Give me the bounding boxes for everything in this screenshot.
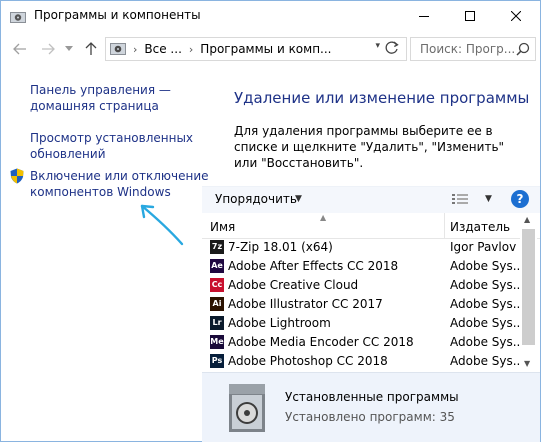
shield-icon (9, 168, 25, 184)
chevron-down-icon (65, 46, 73, 51)
forward-arrow-icon (42, 43, 55, 55)
table-row[interactable]: Ai Adobe Illustrator CC 2017 Adobe Sys... (202, 295, 520, 314)
help-icon[interactable]: ? (511, 190, 529, 208)
windows-features-link-line1[interactable]: Включение или отключение (30, 168, 209, 184)
column-publisher[interactable]: Издатель (450, 220, 510, 234)
annotation-arrow-icon (140, 204, 184, 246)
search-placeholder: Поиск: Прогр... (420, 42, 516, 56)
program-icon: 7z (210, 240, 224, 254)
installed-programs-icon (227, 380, 267, 436)
program-publisher: Adobe Sys... (450, 297, 520, 311)
navigation-bar: › Все ... › Программы и комп... ▾ Поиск:… (1, 32, 540, 66)
breadcrumb-current[interactable]: Программы и комп... (200, 42, 331, 56)
sort-ascending-icon: ▲ (320, 213, 327, 222)
program-icon: Ai (210, 297, 224, 311)
back-arrow-icon (13, 43, 26, 55)
control-panel-home-link-line2[interactable]: домашняя страница (30, 98, 159, 114)
column-header: ▲ Имя Издатель (202, 213, 540, 239)
program-icon: Ae (210, 259, 224, 273)
page-description: Для удаления программы выберите ее в спи… (234, 124, 505, 170)
page-heading: Удаление или изменение программы (234, 89, 530, 107)
search-input[interactable]: Поиск: Прогр... (410, 37, 536, 61)
breadcrumb-separator-icon: › (188, 42, 194, 56)
column-divider[interactable] (444, 213, 445, 238)
window-title: Программы и компоненты (34, 8, 201, 22)
maximize-button[interactable] (447, 1, 493, 31)
refresh-icon[interactable] (384, 40, 400, 56)
search-icon[interactable] (516, 42, 530, 59)
task-pane: Панель управления — домашняя страница Пр… (1, 66, 209, 441)
program-publisher: Adobe Sys... (450, 335, 520, 349)
table-row[interactable]: Ae Adobe After Effects CC 2018 Adobe Sys..… (202, 257, 520, 276)
control-panel-home-link-line1[interactable]: Панель управления — (30, 82, 171, 98)
program-name: Adobe Creative Cloud (228, 278, 359, 292)
up-arrow-icon (85, 42, 97, 55)
program-name: Adobe Photoshop CC 2018 (228, 354, 388, 368)
installed-programs-title: Установленные программы (285, 390, 459, 404)
address-bar[interactable]: › Все ... › Программы и комп... ▾ (105, 37, 407, 61)
programs-features-icon (10, 10, 26, 24)
program-publisher: Adobe Sys... (450, 278, 520, 292)
back-button[interactable] (11, 40, 29, 58)
program-icon: Lr (210, 316, 224, 330)
table-row[interactable]: Me Adobe Media Encoder CC 2018 Adobe Sys..… (202, 333, 520, 352)
forward-button[interactable] (39, 40, 57, 58)
program-icon: Me (210, 335, 224, 349)
table-row[interactable]: 7z 7-Zip 18.01 (x64) Igor Pavlov (202, 238, 520, 257)
installed-programs-count: Установлено программ: 35 (285, 410, 455, 424)
minimize-button[interactable] (401, 1, 447, 31)
table-row[interactable]: Lr Adobe Lightroom Adobe Sys... (202, 314, 520, 333)
command-bar: Упорядочить ▼ ▼ ? (202, 186, 540, 214)
list-scrollbar[interactable]: ▲ ▼ (520, 213, 537, 371)
breadcrumb-separator-icon: › (133, 42, 138, 56)
up-button[interactable] (83, 40, 99, 58)
address-dropdown-icon[interactable]: ▾ (375, 41, 380, 51)
organize-dropdown-icon[interactable]: ▼ (295, 194, 302, 204)
title-bar: Программы и компоненты (1, 1, 540, 32)
view-details-icon[interactable] (452, 193, 468, 208)
scroll-thumb[interactable] (522, 229, 535, 345)
column-name[interactable]: Имя (210, 220, 235, 234)
details-pane: Установленные программы Установлено прог… (202, 372, 540, 442)
scroll-up-icon[interactable]: ▲ (524, 215, 530, 224)
program-icon: Ps (210, 354, 224, 368)
program-name: Adobe Illustrator CC 2017 (228, 297, 383, 311)
view-options-dropdown-icon[interactable]: ▼ (485, 194, 492, 204)
breadcrumb-all[interactable]: Все ... (144, 42, 181, 56)
recent-locations-button[interactable] (63, 40, 75, 58)
program-publisher: Igor Pavlov (450, 240, 517, 254)
table-row[interactable]: Cc Adobe Creative Cloud Adobe Sys... (202, 276, 520, 295)
program-list: 7z 7-Zip 18.01 (x64) Igor Pavlov Ae Adobe Af… (202, 238, 520, 371)
program-publisher: Adobe Sys... (450, 354, 520, 368)
program-icon: Cc (210, 278, 224, 292)
window: Программы и компоненты › Все ... › Прогр… (0, 0, 541, 442)
view-updates-link-line2[interactable]: обновлений (30, 146, 106, 162)
close-button[interactable] (493, 1, 539, 31)
view-updates-link-line1[interactable]: Просмотр установленных (30, 130, 193, 146)
scroll-down-icon[interactable]: ▼ (524, 359, 530, 368)
program-publisher: Adobe Sys... (450, 259, 520, 273)
organize-button[interactable]: Упорядочить (215, 192, 297, 206)
control-panel-icon (110, 42, 126, 56)
program-name: Adobe Lightroom (228, 316, 331, 330)
program-publisher: Adobe Sys... (450, 316, 520, 330)
program-name: Adobe After Effects CC 2018 (228, 259, 399, 273)
program-name: 7-Zip 18.01 (x64) (228, 240, 333, 254)
table-row[interactable]: Ps Adobe Photoshop CC 2018 Adobe Sys... (202, 352, 520, 371)
program-name: Adobe Media Encoder CC 2018 (228, 335, 414, 349)
